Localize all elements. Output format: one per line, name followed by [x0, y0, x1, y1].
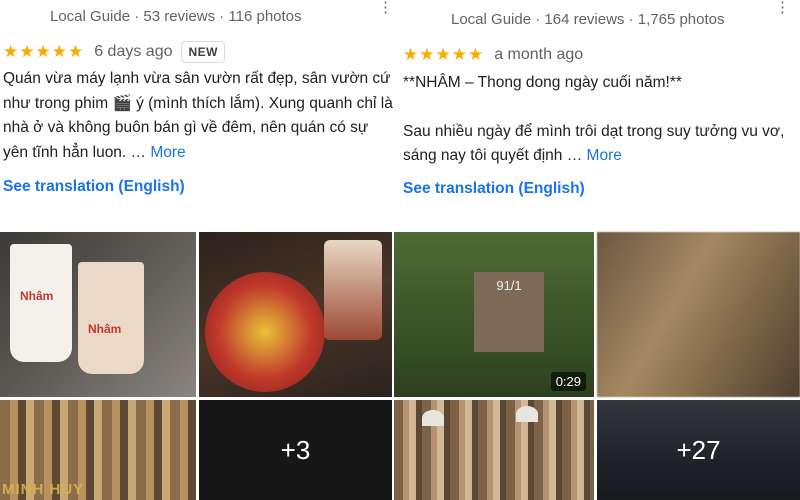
cup-shape [10, 244, 72, 362]
review-text: **NHÂM – Thong dong ngày cuối năm!** Sau… [403, 71, 795, 169]
video-duration: 0:29 [550, 372, 586, 391]
more-link[interactable]: More [587, 147, 622, 164]
photo-drinks[interactable]: Nhâm Nhâm [0, 232, 196, 397]
reviewer-meta: Local Guide · 53 reviews · 116 photos [50, 8, 302, 25]
photo-bookshelf-blur[interactable] [597, 232, 800, 397]
star-rating: ★★★★★ [3, 42, 85, 61]
photo-more-3[interactable]: +3 [199, 400, 392, 500]
review-text: Quán vừa máy lạnh vừa sân vườn rất đẹp, … [3, 67, 395, 165]
lamp-shape [422, 410, 444, 426]
review-date: 6 days ago [94, 43, 173, 60]
review-title-line: **NHÂM – Thong dong ngày cuối năm!** [403, 74, 682, 91]
cup-label: Nhâm [20, 289, 54, 303]
review-text-content: Quán vừa máy lạnh vừa sân vườn rất đẹp, … [3, 70, 393, 161]
new-badge: NEW [181, 41, 225, 63]
lamp-shape [516, 406, 538, 422]
rating-row: ★★★★★ a month ago [403, 45, 583, 65]
review-card-1: Local Guide · 53 reviews · 116 photos ⋮ … [0, 0, 400, 232]
photo-bookwall[interactable]: MINH HUY [0, 400, 196, 500]
see-translation-link[interactable]: See translation (English) [403, 180, 585, 198]
reviewer-meta: Local Guide · 164 reviews · 1,765 photos [451, 11, 725, 28]
review-date: a month ago [494, 46, 584, 63]
photo-more-27[interactable]: +27 [597, 400, 800, 500]
see-translation-link[interactable]: See translation (English) [3, 178, 185, 196]
star-rating: ★★★★★ [403, 45, 485, 64]
more-vert-icon[interactable]: ⋮ [775, 0, 790, 22]
cup-shape [78, 262, 144, 374]
noodle-cup-shape [205, 272, 325, 392]
review-card-2: Local Guide · 164 reviews · 1,765 photos… [400, 0, 800, 232]
watermark-logo: MINH HUY [2, 481, 85, 498]
address-sign: 91/1 [474, 272, 544, 352]
more-photos-count: +3 [199, 400, 392, 500]
photo-noodles[interactable] [199, 232, 392, 397]
cup-label: Nhâm [88, 322, 122, 336]
more-photos-count: +27 [597, 400, 800, 500]
more-vert-icon[interactable]: ⋮ [378, 0, 393, 22]
photo-books-lamps[interactable] [394, 400, 594, 500]
photo-video-garden[interactable]: 91/1 0:29 [394, 232, 594, 397]
rating-row: ★★★★★ 6 days ago NEW [3, 41, 225, 63]
drink-glass-shape [324, 240, 382, 340]
more-link[interactable]: More [150, 144, 185, 161]
